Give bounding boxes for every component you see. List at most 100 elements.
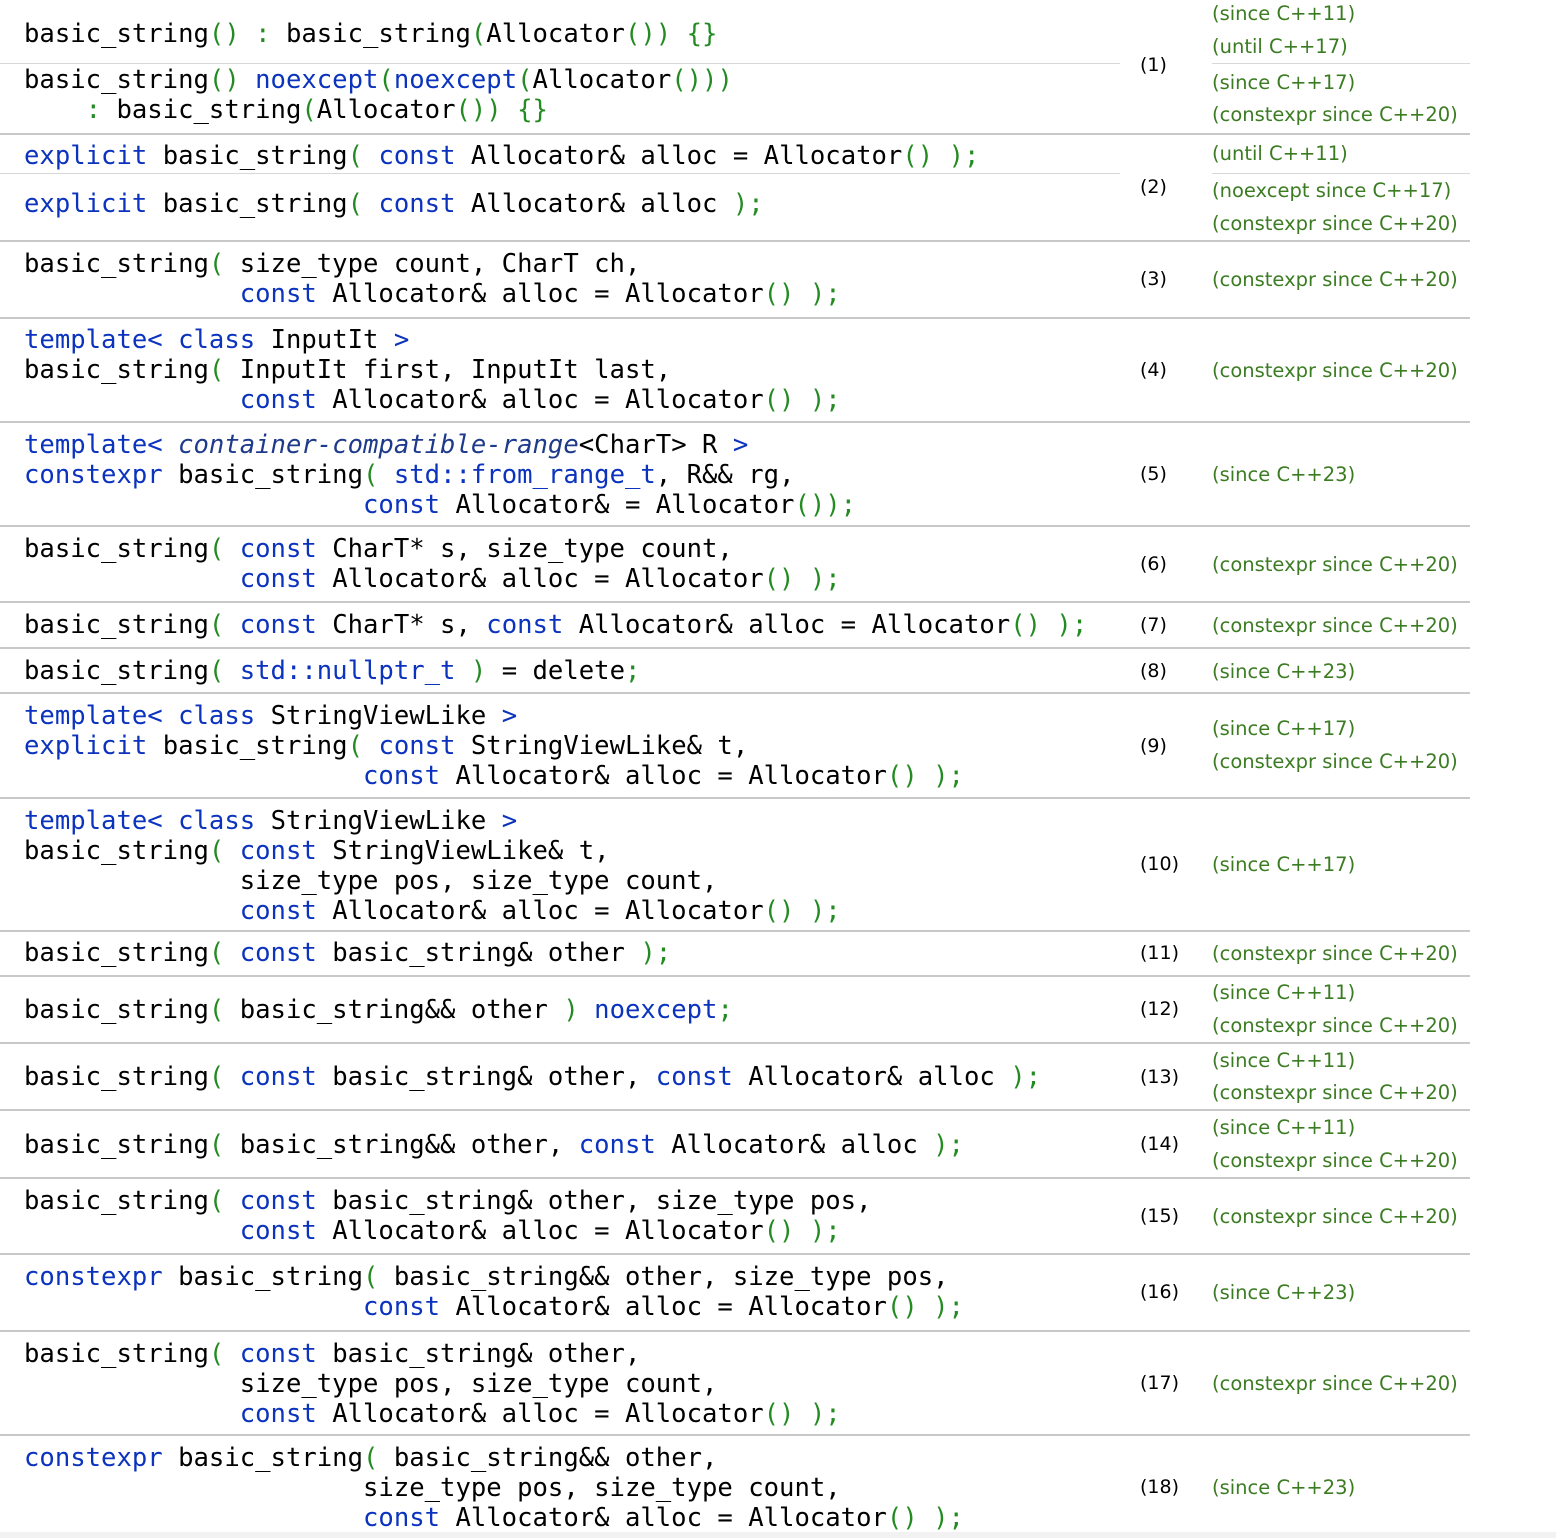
code-token: InputIt — [255, 325, 394, 355]
code-line: const Allocator& alloc = Allocator() ); — [24, 564, 841, 594]
code-signature: basic_string( const basic_string& other,… — [24, 1339, 841, 1429]
code-token: const — [239, 534, 317, 564]
code-token: Allocator& alloc = Allocator — [316, 564, 764, 594]
code-token: ( — [208, 1186, 240, 1216]
code-token: const — [363, 490, 441, 520]
code-line: const Allocator& alloc = Allocator() ); — [24, 1503, 964, 1533]
overload-number: (11) — [1140, 942, 1180, 964]
code-token: template — [24, 430, 148, 460]
code-token: ()) {} — [624, 19, 718, 49]
code-signature: template< class StringViewLike > explicit… — [24, 701, 964, 791]
code-line: const Allocator& alloc = Allocator() ); — [24, 279, 841, 309]
code-token: const — [486, 610, 564, 640]
code-signature: template< class StringViewLike > basic_st… — [24, 806, 841, 926]
code-token: template — [24, 325, 148, 355]
code-token: () — [208, 65, 256, 95]
code-line: const Allocator& = Allocator()); — [24, 490, 856, 520]
version-note: (constexpr since C++20) — [1212, 942, 1458, 965]
code-token: Allocator& = Allocator — [440, 490, 795, 520]
version-note: (constexpr since C++20) — [1212, 750, 1458, 773]
code-token: () ); — [902, 141, 980, 171]
code-token: ) — [455, 656, 502, 686]
version-note: (constexpr since C++20) — [1212, 103, 1458, 126]
version-note: (since C++11) — [1212, 981, 1356, 1004]
code-signature: basic_string( basic_string&& other, cons… — [24, 1130, 964, 1160]
version-note: (until C++11) — [1212, 142, 1348, 165]
code-line: template< class InputIt > — [24, 325, 841, 355]
code-token: ( — [208, 534, 240, 564]
code-token: <CharT> R — [578, 430, 733, 460]
code-token: basic_string — [24, 355, 209, 385]
version-note: (constexpr since C++20) — [1212, 1081, 1458, 1104]
code-token: constexpr — [24, 460, 163, 490]
code-token: basic_string& other, — [316, 1062, 656, 1092]
row-divider — [0, 133, 1470, 135]
row-divider — [0, 1042, 1470, 1044]
code-token: < — [147, 430, 179, 460]
version-note: (since C++23) — [1212, 1281, 1356, 1304]
code-token: Allocator& alloc = Allocator — [316, 1216, 764, 1246]
code-token: Allocator& alloc = Allocator — [440, 761, 887, 791]
constructor-overloads-table: basic_string() : basic_string(Allocator(… — [0, 0, 1556, 1538]
code-signature: explicit basic_string( const Allocator& … — [24, 141, 979, 171]
code-token: ; — [717, 995, 733, 1025]
code-token: const — [363, 761, 441, 791]
version-note: (since C++11) — [1212, 2, 1356, 25]
code-token: basic_string — [147, 731, 348, 761]
code-token: template — [24, 806, 148, 836]
code-line: basic_string( const CharT* s, size_type … — [24, 534, 841, 564]
overload-number: (16) — [1140, 1281, 1180, 1303]
version-note: (since C++11) — [1212, 1049, 1356, 1072]
code-token: ( — [208, 995, 240, 1025]
code-token: basic_string&& other, — [239, 1130, 579, 1160]
version-note: (since C++17) — [1212, 717, 1356, 740]
code-token: basic_string — [24, 938, 209, 968]
version-note: (since C++23) — [1212, 463, 1356, 486]
code-line: template< container-compatible-range<Cha… — [24, 430, 856, 460]
code-token: ); — [732, 189, 764, 219]
row-divider — [0, 240, 1470, 242]
code-token: ( — [301, 95, 317, 125]
code-token: ( — [517, 65, 533, 95]
code-token: const — [239, 279, 317, 309]
code-token: class — [178, 806, 256, 836]
sub-row-divider — [0, 63, 1120, 64]
version-note: (constexpr since C++20) — [1212, 1205, 1458, 1228]
code-token: ()) {} — [455, 95, 548, 125]
code-token: ( — [347, 141, 379, 171]
code-line: size_type pos, size_type count, — [24, 1473, 964, 1503]
code-token: Allocator& alloc — [732, 1062, 1011, 1092]
code-token: < — [147, 325, 179, 355]
code-token: container-compatible-range — [178, 430, 579, 460]
code-token: StringViewLike& t, — [316, 836, 610, 866]
code-token: ( — [363, 460, 394, 490]
code-token: Allocator — [486, 19, 625, 49]
overload-number: (10) — [1140, 853, 1180, 875]
code-line: explicit basic_string( const Allocator& … — [24, 141, 979, 171]
code-line: const Allocator& alloc = Allocator() ); — [24, 385, 841, 415]
code-line: basic_string( const basic_string& other, — [24, 1339, 841, 1369]
code-token: const — [239, 564, 317, 594]
code-line: explicit basic_string( const StringViewL… — [24, 731, 964, 761]
code-token: Allocator& alloc = Allocator — [440, 1503, 887, 1533]
code-token: basic_string — [24, 1186, 209, 1216]
code-token: basic_string& other — [316, 938, 641, 968]
code-token: Allocator& alloc — [655, 1130, 934, 1160]
code-token: size_type count, CharT ch, — [239, 249, 641, 279]
overload-number: (4) — [1140, 359, 1167, 381]
code-token: ); — [933, 1130, 964, 1160]
code-token: ( — [363, 1262, 394, 1292]
code-token: basic_string — [24, 534, 209, 564]
code-token: explicit — [24, 141, 148, 171]
code-token: () ); — [763, 279, 841, 309]
code-token: Allocator — [532, 65, 672, 95]
code-token: basic_string — [24, 656, 209, 686]
row-divider — [0, 930, 1470, 932]
code-line: constexpr basic_string( basic_string&& o… — [24, 1443, 964, 1473]
code-line: constexpr basic_string( std::from_range_… — [24, 460, 856, 490]
